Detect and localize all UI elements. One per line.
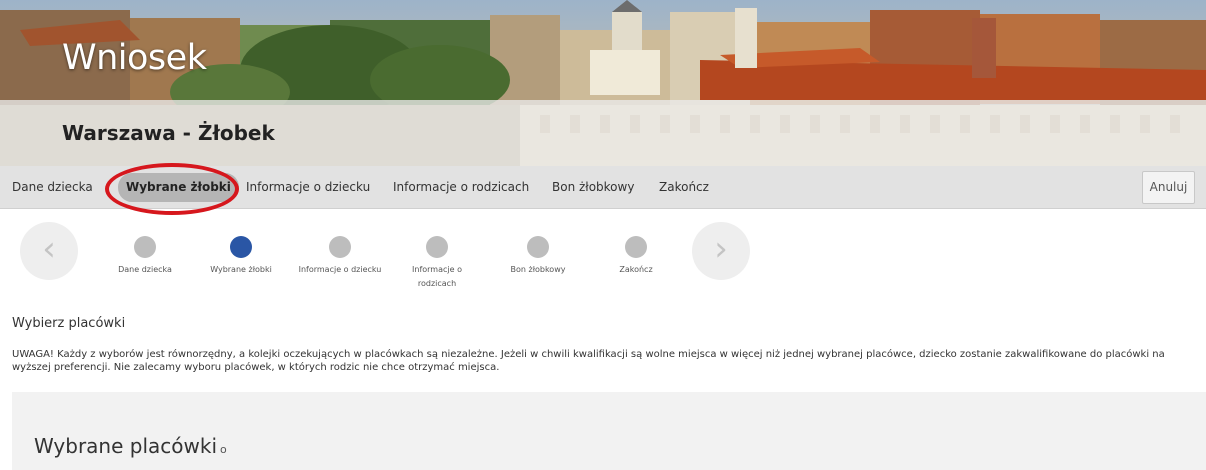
step-dot [426, 236, 448, 258]
cancel-button[interactable]: Anuluj [1142, 171, 1195, 204]
hero-banner: Wniosek Warszawa - Żłobek [0, 0, 1206, 166]
step-label: Dane dziecka [118, 265, 172, 274]
panel-title-text: Wybrane placówki [34, 434, 218, 458]
step-label: Wybrane żłobki [210, 265, 272, 274]
step-zakoncz[interactable]: Zakończ [591, 236, 681, 277]
step-bon-zlobkowy[interactable]: Bon żłobkowy [493, 236, 583, 277]
nav-item-wybrane-zlobki[interactable]: Wybrane żłobki [118, 173, 239, 202]
page-title: Wniosek [62, 38, 207, 78]
wizard-nav-bar: Dane dziecka Wybrane żłobki Informacje o… [0, 166, 1206, 209]
nav-item-informacje-o-rodzicach[interactable]: Informacje o rodzicach [393, 166, 529, 209]
step-dot-current [230, 236, 252, 258]
step-label: Informacje o rodzicach [412, 265, 462, 288]
step-label: Bon żłobkowy [510, 265, 566, 274]
notice-text: UWAGA! Każdy z wyborów jest równorzędny,… [12, 349, 1165, 373]
step-dot [625, 236, 647, 258]
nav-item-zakoncz[interactable]: Zakończ [659, 166, 709, 209]
selected-facilities-panel: Wybrane placówki o [12, 392, 1206, 470]
step-dot [134, 236, 156, 258]
step-informacje-o-dziecku[interactable]: Informacje o dziecku [295, 236, 385, 277]
page-subtitle: Warszawa - Żłobek [62, 121, 275, 145]
step-dot [527, 236, 549, 258]
chevron-left-icon[interactable]: ‹ [20, 222, 78, 280]
nav-item-bon-zlobkowy[interactable]: Bon żłobkowy [552, 166, 634, 209]
nav-item-dane-dziecka[interactable]: Dane dziecka [12, 166, 93, 209]
step-informacje-o-rodzicach[interactable]: Informacje o rodzicach [392, 236, 482, 291]
step-wybrane-zlobki[interactable]: Wybrane żłobki [196, 236, 286, 277]
page: Wniosek Warszawa - Żłobek Dane dziecka W… [0, 0, 1206, 470]
step-dane-dziecka[interactable]: Dane dziecka [100, 236, 190, 277]
step-label: Zakończ [619, 265, 653, 274]
panel-title: Wybrane placówki o [34, 434, 227, 458]
step-dot [329, 236, 351, 258]
info-icon[interactable]: o [220, 443, 227, 456]
nav-item-informacje-o-dziecku[interactable]: Informacje o dziecku [246, 166, 370, 209]
chevron-right-icon[interactable]: › [692, 222, 750, 280]
section-title: Wybierz placówki [12, 316, 126, 331]
step-label: Informacje o dziecku [298, 265, 382, 274]
